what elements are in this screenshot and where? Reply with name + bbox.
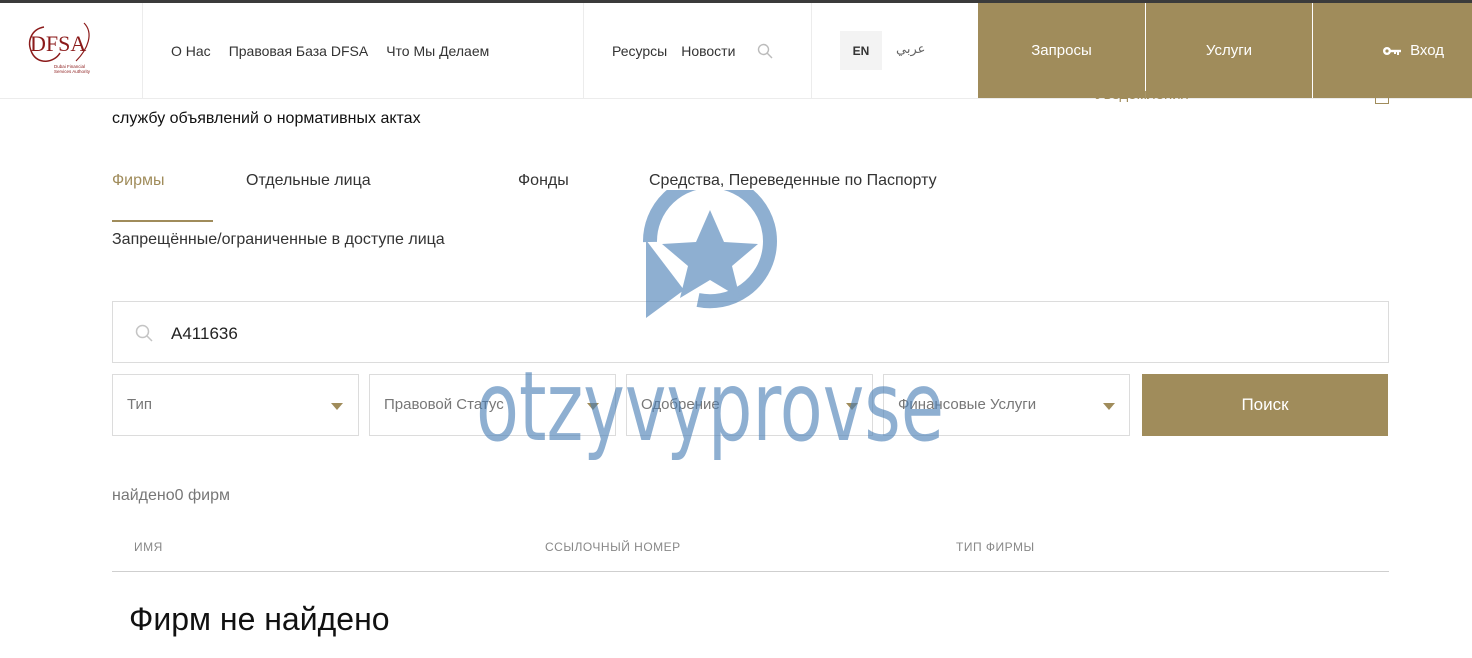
services-label: Услуги	[1205, 42, 1253, 59]
column-header-firm-type[interactable]: ТИП ФИРМЫ	[956, 540, 1035, 554]
chevron-down-icon	[331, 403, 343, 410]
login-label: Вход	[1410, 42, 1444, 59]
financial-services-label: Финансовые Услуги	[898, 396, 1037, 413]
nav-legal-framework[interactable]: Правовая База DFSA	[229, 43, 369, 59]
column-header-reference[interactable]: ССЫЛОЧНЫЙ НОМЕР	[545, 540, 681, 554]
search-button[interactable]: Поиск	[1142, 374, 1388, 436]
requests-label: Запросы	[1031, 42, 1092, 59]
tab-funds[interactable]: Фонды	[518, 172, 569, 190]
lang-ar-button[interactable]: عربي	[896, 41, 925, 57]
nav-what-we-do[interactable]: Что Мы Делаем	[386, 43, 489, 59]
type-select[interactable]: Тип	[112, 374, 359, 436]
approval-label: Одобрение	[641, 396, 720, 413]
logo-wordmark: DFSA	[30, 31, 86, 56]
search-input[interactable]	[169, 316, 1353, 352]
chevron-down-icon	[846, 403, 858, 410]
login-button[interactable]: Вход	[1313, 3, 1472, 98]
secondary-nav: Ресурсы Новости	[612, 3, 735, 98]
header-divider	[583, 3, 584, 98]
header-divider	[811, 3, 812, 98]
search-icon	[135, 324, 153, 342]
tab-individuals[interactable]: Отдельные лица	[246, 172, 371, 190]
svg-text:Services Authority: Services Authority	[54, 69, 91, 74]
tab-restricted-persons[interactable]: Запрещённые/ограниченные в доступе лица	[112, 231, 445, 249]
type-select-label: Тип	[127, 396, 153, 413]
requests-button[interactable]: Запросы	[978, 3, 1145, 98]
empty-results-message: Фирм не найдено	[129, 601, 390, 637]
nav-about[interactable]: О Нас	[171, 43, 211, 59]
table-divider	[112, 571, 1389, 572]
key-icon	[1383, 46, 1402, 55]
financial-services-select[interactable]: Финансовые Услуги	[883, 374, 1130, 436]
results-count: найдено0 фирм	[112, 487, 230, 504]
dfsa-logo[interactable]: DFSA Dubai Financial Services Authority	[24, 19, 114, 79]
tab-firms[interactable]: Фирмы	[112, 172, 165, 190]
search-icon[interactable]	[757, 43, 773, 59]
approval-select[interactable]: Одобрение	[626, 374, 873, 436]
services-button[interactable]: Услуги	[1146, 3, 1312, 98]
search-field	[112, 301, 1389, 363]
legal-status-label: Правовой Статус	[384, 396, 504, 413]
active-tab-indicator	[112, 220, 213, 222]
external-link-icon	[1375, 90, 1389, 104]
site-header: DFSA Dubai Financial Services Authority …	[0, 3, 1472, 99]
nav-resources[interactable]: Ресурсы	[612, 43, 667, 59]
logo-cell: DFSA Dubai Financial Services Authority	[0, 3, 143, 98]
tab-passported-funds[interactable]: Средства, Переведенные по Паспорту	[649, 172, 937, 190]
nav-news[interactable]: Новости	[681, 43, 735, 59]
legal-status-select[interactable]: Правовой Статус	[369, 374, 616, 436]
page-subtitle: службу объявлений о нормативных актах	[112, 110, 421, 127]
notifications-link[interactable]: Уведомления	[1095, 86, 1189, 103]
column-header-name[interactable]: ИМЯ	[134, 540, 163, 554]
chevron-down-icon	[587, 403, 599, 410]
lang-en-button[interactable]: EN	[840, 31, 882, 70]
chevron-down-icon	[1103, 403, 1115, 410]
primary-nav: О Нас Правовая База DFSA Что Мы Делаем	[171, 3, 489, 98]
